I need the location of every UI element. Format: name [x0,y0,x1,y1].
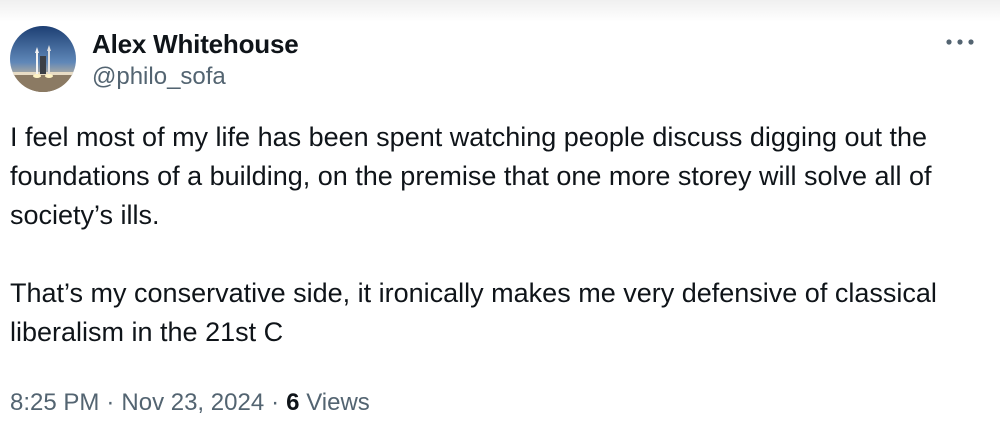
tweet-paragraph: I feel most of my life has been spent wa… [10,122,932,230]
views-label: Views [306,389,370,416]
author-display-name[interactable]: Alex Whitehouse [92,29,299,60]
tweet-text: I feel most of my life has been spent wa… [10,118,985,352]
more-options-button[interactable] [942,30,978,54]
meta-separator: · [106,389,115,416]
rocket-launch-avatar-icon [10,26,76,92]
meta-separator: · [271,389,280,416]
tweet-time[interactable]: 8:25 PM [10,389,99,416]
tweet-date[interactable]: Nov 23, 2024 [121,389,264,416]
tweet: Alex Whitehouse @philo_sofa I feel most … [0,0,1000,434]
author-handle[interactable]: @philo_sofa [92,63,226,91]
more-options-icon [946,39,974,45]
avatar[interactable] [10,26,76,92]
tweet-metadata: 8:25 PM · Nov 23, 2024 · 6 Views [10,389,370,417]
views-count: 6 [286,389,300,416]
tweet-paragraph: That’s my conservative side, it ironical… [10,278,937,347]
